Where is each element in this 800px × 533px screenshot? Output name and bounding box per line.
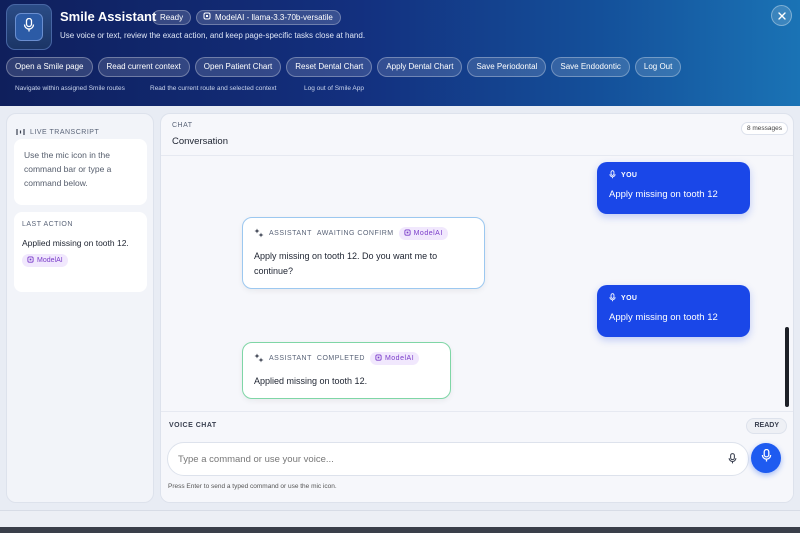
- message-text: Applied missing on tooth 12.: [254, 376, 368, 386]
- message-status-label: AWAITING CONFIRM: [316, 230, 394, 237]
- assistant-header: Smile Assistant Ready ModelAI - llama-3.…: [0, 0, 800, 106]
- assistant-message: ASSISTANT AWAITING CONFIRM ModelAI Apply…: [242, 217, 485, 289]
- save-periodontal-button[interactable]: Save Periodontal: [467, 57, 547, 77]
- read-context-button[interactable]: Read current context: [97, 57, 190, 77]
- message-meta: ASSISTANT AWAITING CONFIRM ModelAI: [254, 227, 473, 240]
- quick-actions: Open a Smile page Read current context O…: [6, 57, 682, 77]
- message-author: YOU: [609, 170, 738, 181]
- message-author-label: YOU: [621, 295, 638, 302]
- model-tag: ModelAI: [22, 254, 68, 267]
- hint-navigate: Navigate within assigned Smile routes: [15, 85, 125, 92]
- message-text: Apply missing on tooth 12: [609, 312, 718, 323]
- sparkle-icon: [254, 353, 264, 365]
- chat-section-label: CHAT: [172, 122, 193, 129]
- model-tag: ModelAI: [369, 352, 420, 365]
- voice-hint: Press Enter to send a typed command or u…: [168, 483, 337, 490]
- model-chip-icon: [27, 256, 34, 265]
- sparkle-icon: [254, 228, 264, 240]
- message-author-label: ASSISTANT: [269, 355, 312, 362]
- model-tag-label: ModelAI: [37, 257, 63, 264]
- live-transcript-label: LIVE TRANSCRIPT: [30, 128, 100, 136]
- mic-icon: [761, 448, 772, 467]
- assistant-message: ASSISTANT COMPLETED ModelAI Applied miss…: [242, 342, 451, 399]
- close-icon: [777, 7, 786, 25]
- model-chip-icon: [375, 354, 382, 363]
- model-name: ModelAI - llama-3.3-70b-versatile: [215, 13, 333, 22]
- open-patient-chart-button[interactable]: Open Patient Chart: [194, 57, 282, 77]
- open-smile-page-button[interactable]: Open a Smile page: [6, 57, 93, 77]
- voice-status-badge: READY: [746, 418, 787, 434]
- last-action-value: Applied missing on tooth 12.: [22, 238, 129, 248]
- message-status-label: COMPLETED: [316, 355, 365, 362]
- chat-title: Conversation: [172, 136, 228, 147]
- reset-dental-chart-button[interactable]: Reset Dental Chart: [286, 57, 373, 77]
- model-tag-label: ModelAI: [384, 355, 415, 362]
- transcript-card: Use the mic icon in the command bar or t…: [14, 139, 147, 205]
- side-panel: LIVE TRANSCRIPT Use the mic icon in the …: [6, 113, 154, 503]
- inline-mic-button[interactable]: [722, 450, 742, 470]
- last-action-label: LAST ACTION: [22, 221, 73, 228]
- save-endodontic-button[interactable]: Save Endodontic: [551, 57, 630, 77]
- divider: [161, 155, 793, 156]
- voice-chat-area: VOICE CHAT READY Press Enter to send a t…: [161, 411, 793, 502]
- model-chip-icon: [203, 11, 211, 24]
- model-chip-icon: [404, 229, 411, 238]
- header-subtitle: Use voice or text, review the exact acti…: [60, 31, 366, 40]
- hint-read-context: Read the current route and selected cont…: [150, 85, 277, 92]
- model-tag: ModelAI: [398, 227, 448, 240]
- status-badge: Ready: [152, 10, 192, 25]
- mic-icon: [23, 17, 35, 37]
- mic-icon: [609, 170, 616, 181]
- model-badge: ModelAI - llama-3.3-70b-versatile: [196, 10, 341, 25]
- message-count-badge: 8 messages: [740, 122, 788, 135]
- close-button[interactable]: [771, 5, 792, 26]
- hint-log-out: Log out of Smile App: [304, 85, 364, 92]
- message-meta: ASSISTANT COMPLETED ModelAI: [254, 352, 439, 365]
- app-title: Smile Assistant: [60, 9, 157, 24]
- taskbar-strip: [0, 527, 800, 533]
- log-out-button[interactable]: Log Out: [634, 57, 682, 77]
- app-logo: [6, 4, 52, 50]
- last-action-card: LAST ACTION Applied missing on tooth 12.…: [14, 212, 147, 292]
- message-text: Apply missing on tooth 12: [609, 189, 718, 200]
- chat-panel: CHAT Conversation 8 messages YOU Apply m…: [160, 113, 794, 503]
- command-input[interactable]: [178, 449, 658, 469]
- user-message: YOU Apply missing on tooth 12: [597, 162, 750, 214]
- message-text: Apply missing on tooth 12. Do you want m…: [254, 251, 438, 276]
- mic-icon: [728, 451, 737, 469]
- user-message: YOU Apply missing on tooth 12: [597, 285, 750, 337]
- apply-dental-chart-button[interactable]: Apply Dental Chart: [377, 57, 463, 77]
- command-input-box: [167, 442, 749, 476]
- mic-icon: [609, 293, 616, 304]
- model-tag-label: ModelAI: [413, 230, 443, 237]
- voice-record-button[interactable]: [751, 443, 781, 473]
- message-author-label: YOU: [621, 172, 638, 179]
- voice-chat-label: VOICE CHAT: [169, 422, 217, 429]
- message-author-label: ASSISTANT: [269, 230, 312, 237]
- message-author: YOU: [609, 293, 738, 304]
- chat-scrollbar[interactable]: [785, 327, 789, 407]
